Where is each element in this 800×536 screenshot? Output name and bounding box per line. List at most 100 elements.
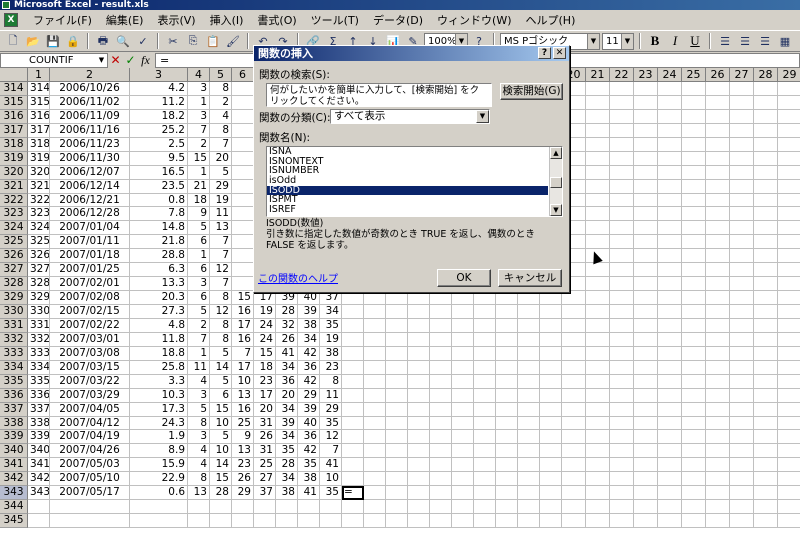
cell[interactable] [130, 500, 188, 515]
cell[interactable] [706, 109, 730, 124]
cell[interactable]: 42 [298, 346, 320, 361]
cell[interactable] [430, 318, 452, 333]
cell[interactable] [408, 514, 430, 528]
row-header[interactable]: 315 [0, 95, 28, 110]
cell[interactable] [210, 514, 232, 528]
cell[interactable]: 15.9 [130, 458, 188, 473]
cell[interactable]: 8 [210, 291, 232, 305]
cell[interactable]: 5 [188, 402, 210, 417]
cell[interactable] [386, 291, 408, 305]
cell[interactable] [232, 109, 254, 124]
cell[interactable]: 2006/12/07 [50, 165, 130, 180]
cell[interactable] [706, 486, 730, 501]
cell[interactable] [778, 375, 800, 389]
cell[interactable] [754, 332, 778, 347]
menu-help[interactable]: ヘルプ(H) [519, 12, 583, 28]
cell[interactable]: 9 [188, 207, 210, 222]
cell[interactable] [754, 277, 778, 292]
cell[interactable]: 18 [188, 193, 210, 208]
cell[interactable] [342, 500, 364, 515]
cell[interactable] [634, 346, 658, 361]
cell[interactable]: 23 [232, 458, 254, 473]
cell[interactable] [342, 374, 364, 389]
cell[interactable]: 16.5 [130, 165, 188, 180]
cell[interactable] [610, 305, 634, 319]
cell[interactable] [730, 179, 754, 194]
cell[interactable] [754, 151, 778, 166]
cell[interactable] [518, 500, 540, 515]
cell[interactable] [386, 402, 408, 417]
cell[interactable] [430, 305, 452, 319]
cell[interactable] [682, 416, 706, 431]
cell[interactable] [658, 360, 682, 375]
cell[interactable]: 18 [254, 360, 276, 375]
cell[interactable] [754, 402, 778, 417]
cell[interactable] [586, 109, 610, 124]
cell[interactable] [682, 207, 706, 222]
cell[interactable] [658, 388, 682, 403]
cell[interactable] [474, 374, 496, 389]
list-scrollbar[interactable]: ▲ ▼ [549, 147, 562, 216]
cell[interactable]: 11 [320, 388, 342, 403]
cell[interactable]: 10 [320, 472, 342, 487]
cell[interactable] [540, 514, 562, 528]
column-header[interactable]: 3 [130, 68, 188, 82]
cell[interactable] [706, 388, 730, 403]
cell[interactable] [610, 486, 634, 501]
cell[interactable] [232, 165, 254, 180]
cell[interactable] [682, 514, 706, 528]
cell[interactable] [452, 416, 474, 431]
cell[interactable] [540, 444, 562, 459]
cell[interactable] [658, 444, 682, 459]
cell[interactable] [682, 360, 706, 375]
cell[interactable] [586, 179, 610, 194]
cell[interactable]: 34 [298, 332, 320, 347]
cell[interactable]: 36 [298, 360, 320, 375]
align-right-icon[interactable]: ☰ [756, 32, 774, 50]
cell[interactable] [430, 486, 452, 501]
row-header[interactable]: 335 [0, 374, 28, 389]
cell[interactable]: 13 [210, 221, 232, 236]
row-header[interactable]: 329 [0, 291, 28, 305]
cell[interactable] [778, 472, 800, 487]
cell[interactable] [474, 305, 496, 319]
underline-icon[interactable]: U [686, 32, 704, 50]
cell[interactable]: 5 [210, 346, 232, 361]
cell[interactable] [634, 137, 658, 152]
cell[interactable] [610, 416, 634, 431]
cell[interactable] [364, 402, 386, 417]
cell[interactable]: 324 [28, 221, 50, 236]
cell[interactable] [730, 486, 754, 501]
column-header[interactable]: 29 [778, 68, 800, 82]
cell[interactable] [518, 332, 540, 347]
cell[interactable]: 8 [210, 82, 232, 96]
cell[interactable] [778, 235, 800, 250]
cell[interactable] [658, 123, 682, 138]
cell[interactable] [658, 472, 682, 487]
cell[interactable] [754, 235, 778, 250]
cell[interactable] [518, 430, 540, 445]
cell[interactable] [452, 472, 474, 487]
cell[interactable] [562, 360, 586, 375]
cell[interactable] [342, 318, 364, 333]
close-icon[interactable]: ✕ [553, 47, 566, 59]
cell[interactable] [562, 318, 586, 333]
cell[interactable]: 15 [254, 346, 276, 361]
cell[interactable] [408, 458, 430, 473]
cell[interactable] [518, 305, 540, 319]
cell[interactable] [682, 165, 706, 180]
cell[interactable] [778, 514, 800, 528]
cell[interactable] [730, 291, 754, 305]
cell[interactable] [706, 500, 730, 515]
cell[interactable] [778, 444, 800, 459]
cell[interactable] [386, 500, 408, 515]
cell[interactable] [730, 444, 754, 459]
print-preview-icon[interactable]: 🔍 [114, 32, 132, 50]
scroll-thumb[interactable] [550, 177, 562, 188]
column-header[interactable]: 28 [754, 68, 778, 82]
cell[interactable] [634, 514, 658, 528]
cell[interactable] [682, 249, 706, 264]
cell[interactable]: 331 [28, 318, 50, 333]
menu-view[interactable]: 表示(V) [150, 12, 202, 28]
cell[interactable] [342, 402, 364, 417]
